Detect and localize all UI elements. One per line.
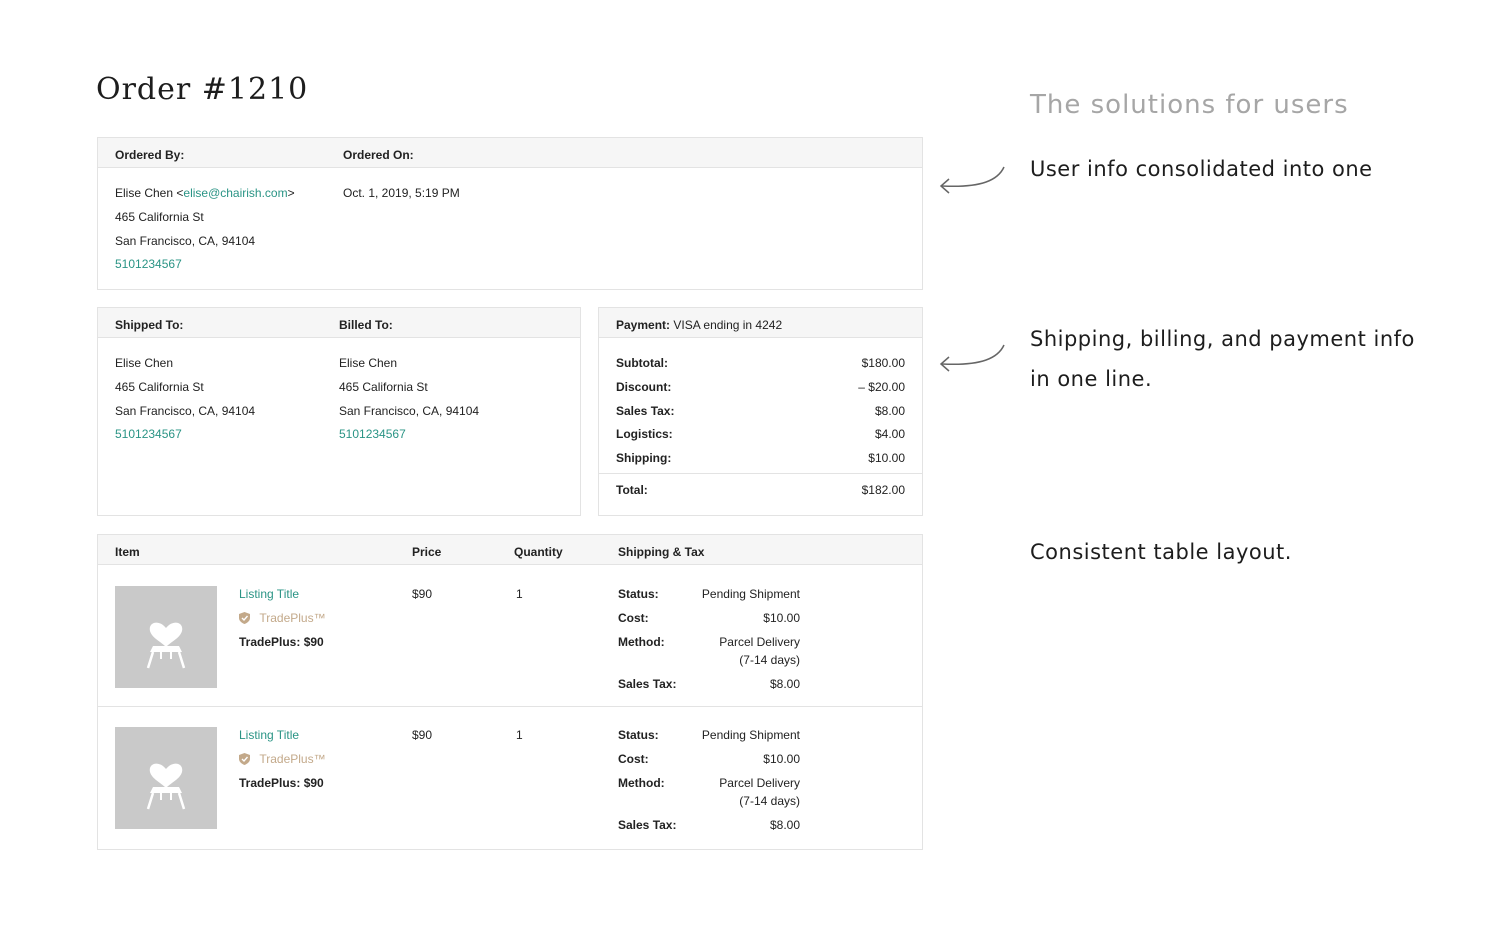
item-thumbnail[interactable]: [115, 586, 217, 688]
status-label: Status:: [618, 728, 659, 742]
billed-name: Elise Chen: [339, 356, 398, 370]
payment-label: Payment:: [616, 318, 671, 332]
method-duration: (7-14 days): [739, 653, 800, 667]
customer-city: San Francisco, CA, 94104: [115, 234, 256, 248]
annotation-user-info: User info consolidated into one: [1030, 157, 1373, 181]
billed-street: 465 California St: [339, 380, 428, 394]
ordered-by-card: Ordered By: Ordered On: Elise Chen <elis…: [97, 137, 923, 290]
customer-name-line: Elise Chen <elise@chairish.com>: [115, 186, 295, 200]
tradeplus-price: TradePlus: $90: [239, 635, 324, 649]
payment-row-discount: Discount: – $20.00: [616, 380, 905, 396]
payment-row-label: Logistics:: [616, 427, 673, 441]
payment-row-value: $4.00: [874, 427, 905, 441]
item-price: $90: [412, 728, 433, 742]
ordered-on-label: Ordered On:: [343, 148, 414, 162]
payment-row-total: Total: $182.00: [616, 483, 905, 499]
status-value: Pending Shipment: [701, 728, 800, 742]
payment-row-label: Discount:: [616, 380, 672, 394]
listing-title-link[interactable]: Listing Title: [239, 587, 299, 601]
payment-row-value: $8.00: [874, 404, 905, 418]
payment-row-label: Sales Tax:: [616, 404, 675, 418]
annotation-table-layout: Consistent table layout.: [1030, 540, 1292, 564]
column-header-shipping-tax: Shipping & Tax: [618, 545, 705, 559]
ordered-by-label: Ordered By:: [115, 148, 185, 162]
payment-row-shipping: Shipping: $10.00: [616, 451, 905, 467]
shield-check-icon: [239, 612, 250, 624]
method-value: Parcel Delivery: [719, 776, 800, 790]
shield-check-icon: [239, 753, 250, 765]
shipped-to-label: Shipped To:: [115, 318, 184, 332]
shipped-city: San Francisco, CA, 94104: [115, 404, 256, 418]
sales-tax-value: $8.00: [769, 677, 800, 691]
sales-tax-value: $8.00: [769, 818, 800, 832]
payment-card: Payment: VISA ending in 4242 Subtotal: $…: [598, 307, 923, 516]
curved-arrow-left-icon: [939, 344, 1005, 372]
customer-phone-link[interactable]: 5101234567: [115, 257, 182, 271]
items-table: Item Price Quantity Shipping & Tax Listi…: [97, 534, 923, 850]
card-header: Payment: VISA ending in 4242: [599, 308, 922, 338]
annotation-line: in one line.: [1030, 367, 1153, 391]
payment-row-subtotal: Subtotal: $180.00: [616, 356, 905, 372]
payment-row-value: $180.00: [861, 356, 905, 370]
ordered-on-date: Oct. 1, 2019, 5:19 PM: [343, 186, 460, 200]
divider: [599, 473, 922, 474]
customer-email-link[interactable]: elise@chairish.com: [183, 186, 287, 200]
item-quantity: 1: [516, 587, 523, 601]
tradeplus-badge-label: TradePlus™: [259, 752, 326, 766]
billed-phone-link[interactable]: 5101234567: [339, 427, 406, 441]
cost-label: Cost:: [618, 611, 649, 625]
shipped-phone-link[interactable]: 5101234567: [115, 427, 182, 441]
annotation-shipping-billing: Shipping, billing, and payment info in o…: [1030, 319, 1415, 399]
tradeplus-price: TradePlus: $90: [239, 776, 324, 790]
table-header: Item Price Quantity Shipping & Tax: [98, 535, 922, 565]
status-value: Pending Shipment: [701, 587, 800, 601]
total-value: $182.00: [861, 483, 905, 497]
table-row: Listing Title TradePlus™ TradePlus: $90 …: [98, 566, 922, 707]
annotation-title: The solutions for users: [1030, 90, 1349, 120]
total-label: Total:: [616, 483, 648, 497]
cost-value: $10.00: [763, 752, 800, 766]
tradeplus-badge: TradePlus™: [239, 752, 326, 766]
curved-arrow-left-icon: [939, 166, 1005, 194]
method-duration: (7-14 days): [739, 794, 800, 808]
card-header: Ordered By: Ordered On:: [98, 138, 922, 168]
method-value: Parcel Delivery: [719, 635, 800, 649]
tradeplus-badge-label: TradePlus™: [259, 611, 326, 625]
column-header-quantity: Quantity: [514, 545, 563, 559]
chair-heart-icon: [146, 622, 186, 669]
shipped-street: 465 California St: [115, 380, 204, 394]
column-header-item: Item: [115, 545, 140, 559]
billed-to-label: Billed To:: [339, 318, 393, 332]
status-label: Status:: [618, 587, 659, 601]
customer-street: 465 California St: [115, 210, 204, 224]
item-thumbnail[interactable]: [115, 727, 217, 829]
table-row: Listing Title TradePlus™ TradePlus: $90 …: [98, 707, 922, 848]
tradeplus-badge: TradePlus™: [239, 611, 326, 625]
payment-row-label: Subtotal:: [616, 356, 668, 370]
shipped-name: Elise Chen: [115, 356, 174, 370]
payment-row-label: Shipping:: [616, 451, 672, 465]
annotation-line: Shipping, billing, and payment info: [1030, 327, 1415, 351]
cost-value: $10.00: [763, 611, 800, 625]
payment-row-value: – $20.00: [858, 380, 905, 394]
listing-title-link[interactable]: Listing Title: [239, 728, 299, 742]
card-header: Shipped To: Billed To:: [98, 308, 580, 338]
payment-method-value: VISA ending in 4242: [673, 318, 783, 332]
payment-method: Payment: VISA ending in 4242: [616, 318, 782, 332]
payment-row-sales-tax: Sales Tax: $8.00: [616, 404, 905, 420]
item-quantity: 1: [516, 728, 523, 742]
payment-row-value: $10.00: [868, 451, 905, 465]
chair-heart-icon: [146, 763, 186, 810]
shipping-billing-card: Shipped To: Billed To: Elise Chen 465 Ca…: [97, 307, 581, 516]
email-close: >: [287, 186, 295, 200]
billed-city: San Francisco, CA, 94104: [339, 404, 480, 418]
customer-name: Elise Chen: [115, 186, 174, 200]
page-title: Order #1210: [96, 72, 309, 107]
cost-label: Cost:: [618, 752, 649, 766]
payment-row-logistics: Logistics: $4.00: [616, 427, 905, 443]
column-header-price: Price: [412, 545, 442, 559]
item-price: $90: [412, 587, 433, 601]
